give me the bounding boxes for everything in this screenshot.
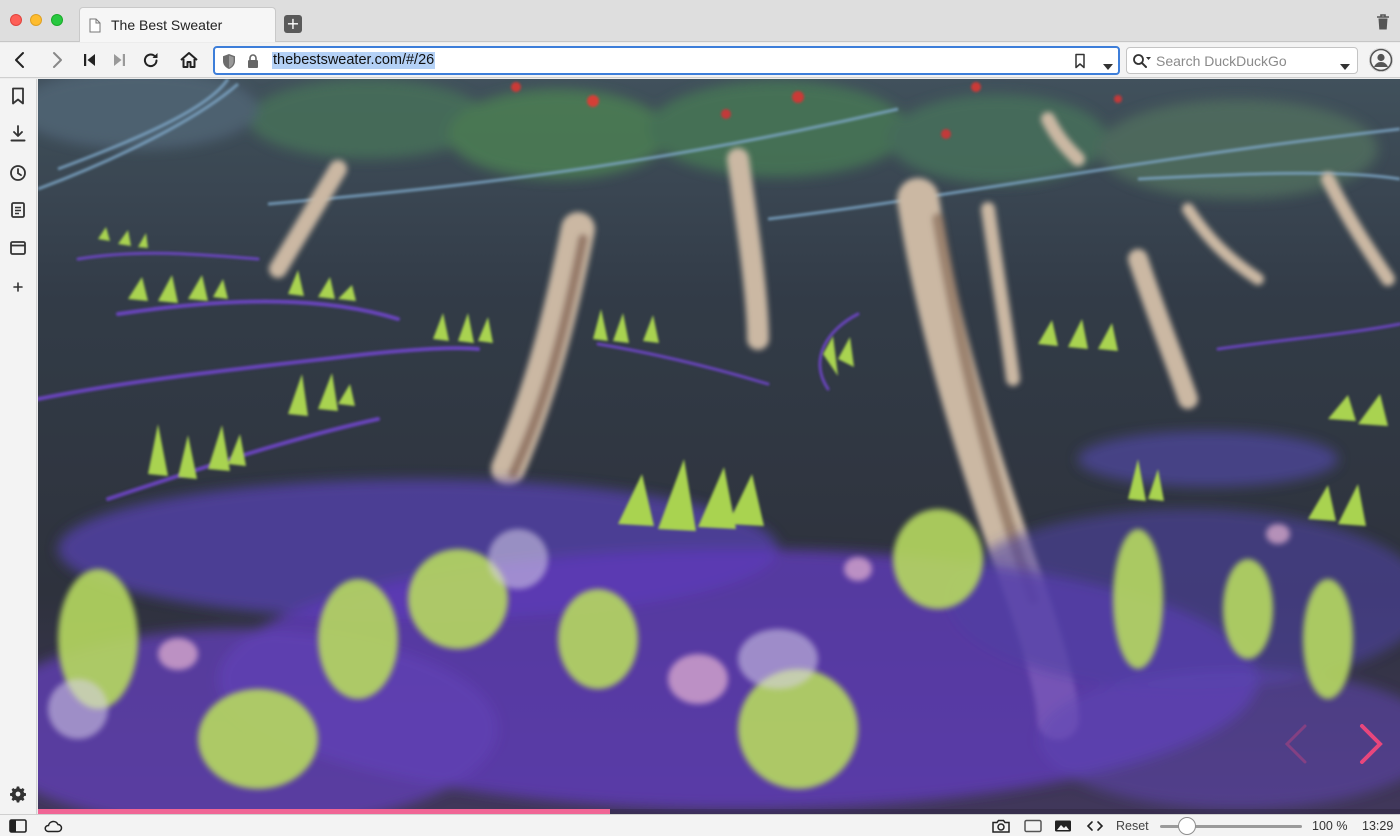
forward-icon[interactable] [47,50,67,75]
clock: 13:29 [1362,819,1394,833]
tiling-icon[interactable] [1023,819,1043,836]
navigation-toolbar: thebestsweater.com/#/26 Search DuckDuckG… [0,43,1400,78]
page-content[interactable] [38,79,1400,814]
camera-icon[interactable] [991,819,1011,836]
search-icon [1132,53,1152,74]
notes-icon[interactable] [9,200,27,225]
history-icon[interactable] [9,163,27,188]
zoom-reset-button[interactable]: Reset [1116,819,1149,833]
zoom-slider-handle[interactable] [1178,817,1196,835]
minimize-window-button[interactable] [30,14,42,26]
rewind-icon[interactable] [81,50,99,75]
chevron-down-icon[interactable] [1339,58,1351,76]
zoom-level: 100 % [1312,819,1348,833]
active-tab[interactable]: The Best Sweater [79,7,276,42]
back-icon[interactable] [10,50,30,75]
bookmark-page-icon[interactable] [1074,53,1086,74]
code-icon[interactable] [1085,819,1105,836]
new-tab-button[interactable]: + [284,15,302,33]
add-panel-icon[interactable] [9,277,27,302]
fast-forward-icon[interactable] [110,50,128,75]
next-slide-icon[interactable] [1356,724,1386,769]
search-field[interactable]: Search DuckDuckGo [1126,47,1358,74]
downloads-icon[interactable] [9,124,27,149]
bookmarks-icon[interactable] [9,86,27,111]
side-panel [0,79,37,814]
trash-icon[interactable] [1375,13,1391,36]
sync-cloud-icon[interactable] [43,819,63,836]
address-bar[interactable]: thebestsweater.com/#/26 [213,46,1120,75]
status-bar: Reset 100 % 13:29 [0,814,1400,836]
previous-slide-icon[interactable] [1281,724,1311,769]
browser-window: The Best Sweater + thebestsweater.com/#/… [0,0,1400,836]
page-icon [89,18,101,38]
search-placeholder: Search DuckDuckGo [1156,53,1287,69]
tab-title: The Best Sweater [111,17,223,33]
maximize-window-button[interactable] [51,14,63,26]
panel-toggle-icon[interactable] [9,819,27,836]
url-text[interactable]: thebestsweater.com/#/26 [272,52,436,69]
home-icon[interactable] [178,50,200,75]
tab-bar: The Best Sweater + [0,0,1400,42]
images-icon[interactable] [1053,819,1073,836]
close-window-button[interactable] [10,14,22,26]
chevron-down-icon[interactable] [1102,58,1114,76]
lock-icon[interactable] [246,53,260,75]
lavender-artwork-image [38,79,1400,814]
settings-icon[interactable] [9,784,27,809]
window-icon[interactable] [9,238,27,263]
reload-icon[interactable] [141,50,161,75]
profile-avatar[interactable] [1369,48,1393,72]
shield-icon[interactable] [221,53,237,75]
